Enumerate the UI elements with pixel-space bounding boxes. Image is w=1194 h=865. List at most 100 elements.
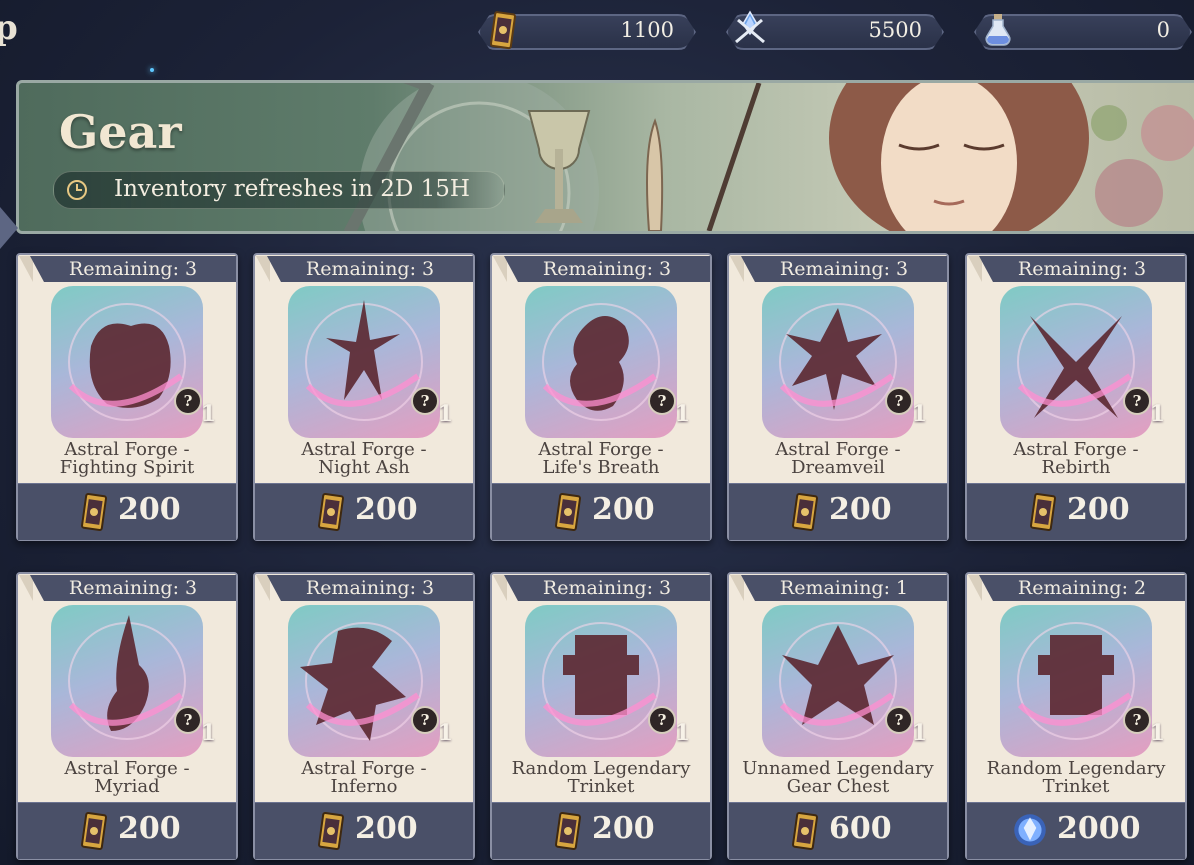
shop-item-card-3[interactable]: Remaining: 3 ? 1 Astral Forge - Life's Br…	[490, 253, 712, 541]
remaining-label: Remaining:	[779, 577, 890, 599]
item-name: Random Legendary Trinket	[496, 760, 706, 796]
item-name-line2: Dreamveil	[791, 457, 885, 478]
shop-item-card-1[interactable]: Remaining: 3 ? 1 Astral Forge - Fighting …	[16, 253, 238, 541]
item-price: 200	[355, 492, 418, 527]
price-bar[interactable]: 200	[255, 802, 473, 859]
unknown-item-icon: ?	[174, 706, 202, 734]
item-name: Astral Forge - Inferno	[259, 760, 469, 796]
gold-ticket-icon	[554, 493, 582, 531]
price-bar[interactable]: 2000	[967, 802, 1185, 859]
item-quantity: 1	[1149, 401, 1165, 427]
item-name-line2: Life's Breath	[542, 457, 660, 478]
remaining-count: 3	[422, 258, 435, 280]
refresh-timer: Inventory refreshes in 2D 15H	[53, 171, 505, 209]
item-silhouette	[1017, 303, 1135, 421]
item-silhouette	[542, 622, 660, 740]
item-name: Random Legendary Trinket	[971, 760, 1181, 796]
price-bar[interactable]: 200	[18, 483, 236, 540]
item-price: 2000	[1057, 811, 1141, 846]
unknown-item-icon: ?	[1123, 387, 1151, 415]
item-name-line2: Fighting Spirit	[59, 457, 195, 478]
shop-item-card-9[interactable]: Remaining: 1 ? 1 Unnamed Legendary Gear C…	[727, 572, 949, 860]
item-artwork	[1000, 605, 1152, 757]
item-price: 200	[1067, 492, 1130, 527]
item-price: 200	[592, 811, 655, 846]
item-name: Astral Forge - Fighting Spirit	[22, 441, 232, 477]
currency-crystals: 5500	[716, 10, 944, 48]
currency-potions: 0	[964, 12, 1192, 48]
remaining-label: Remaining:	[1017, 258, 1128, 280]
item-silhouette	[542, 303, 660, 421]
item-silhouette	[779, 303, 897, 421]
unknown-item-icon: ?	[174, 387, 202, 415]
gold-ticket-icon	[80, 493, 108, 531]
gold-ticket-icon	[554, 812, 582, 850]
shop-item-card-10[interactable]: Remaining: 2 ? 1 Random Legendary Trinket…	[965, 572, 1187, 860]
gold-ticket-icon	[80, 812, 108, 850]
item-artwork	[51, 286, 203, 438]
item-name: Unnamed Legendary Gear Chest	[733, 760, 943, 796]
item-name: Astral Forge - Night Ash	[259, 441, 469, 477]
shop-item-card-6[interactable]: Remaining: 3 ? 1 Astral Forge - Myriad 20…	[16, 572, 238, 860]
unknown-item-icon: ?	[885, 387, 913, 415]
remaining-label: Remaining:	[68, 258, 179, 280]
item-artwork	[51, 605, 203, 757]
currency-gold-tickets: 1100	[468, 11, 696, 50]
potion-bottle-icon	[985, 14, 1011, 46]
gold-ticket-icon	[1029, 493, 1057, 531]
item-name-line2: Trinket	[1042, 776, 1110, 797]
remaining-count: 1	[896, 577, 909, 599]
item-name-line2: Trinket	[567, 776, 635, 797]
item-silhouette	[68, 615, 186, 740]
shop-item-card-8[interactable]: Remaining: 3 ? 1 Random Legendary Trinket…	[490, 572, 712, 860]
item-quantity: 1	[437, 401, 453, 427]
back-glyph[interactable]: p	[0, 8, 18, 48]
item-quantity: 1	[200, 401, 216, 427]
item-silhouette	[779, 622, 897, 740]
item-price: 200	[118, 492, 181, 527]
remaining-label: Remaining:	[1017, 577, 1128, 599]
currency-value: 5500	[868, 18, 922, 42]
price-bar[interactable]: 600	[729, 802, 947, 859]
item-name: Astral Forge - Dreamveil	[733, 441, 943, 477]
item-silhouette	[68, 303, 186, 421]
item-artwork	[762, 605, 914, 757]
unknown-item-icon: ?	[648, 706, 676, 734]
item-quantity: 1	[200, 720, 216, 746]
item-silhouette	[305, 300, 423, 421]
item-quantity: 1	[911, 720, 927, 746]
remaining-count: 3	[422, 577, 435, 599]
gold-ticket-icon	[791, 812, 819, 850]
remaining-badge: Remaining: 3	[267, 575, 473, 601]
item-name: Astral Forge - Rebirth	[971, 441, 1181, 477]
gold-ticket-icon	[317, 812, 345, 850]
item-name-line2: Myriad	[94, 776, 160, 797]
item-name-line2: Night Ash	[318, 457, 410, 478]
remaining-label: Remaining:	[779, 258, 890, 280]
item-quantity: 1	[1149, 720, 1165, 746]
price-bar[interactable]: 200	[18, 802, 236, 859]
price-bar[interactable]: 200	[492, 483, 710, 540]
blue-crystal-icon	[1014, 814, 1046, 846]
remaining-badge: Remaining: 3	[741, 256, 947, 282]
shop-item-card-2[interactable]: Remaining: 3 ? 1 Astral Forge - Night Ash…	[253, 253, 475, 541]
remaining-badge: Remaining: 3	[267, 256, 473, 282]
gold-ticket-icon	[489, 11, 517, 50]
price-bar[interactable]: 200	[255, 483, 473, 540]
item-quantity: 1	[437, 720, 453, 746]
price-bar[interactable]: 200	[729, 483, 947, 540]
item-name: Astral Forge - Life's Breath	[496, 441, 706, 477]
unknown-item-icon: ?	[411, 387, 439, 415]
shop-item-card-4[interactable]: Remaining: 3 ? 1 Astral Forge - Dreamveil…	[727, 253, 949, 541]
item-artwork	[288, 286, 440, 438]
remaining-count: 2	[1134, 577, 1147, 599]
remaining-badge: Remaining: 3	[979, 256, 1185, 282]
remaining-count: 3	[896, 258, 909, 280]
item-artwork	[1000, 286, 1152, 438]
shop-item-card-7[interactable]: Remaining: 3 ? 1 Astral Forge - Inferno 2…	[253, 572, 475, 860]
price-bar[interactable]: 200	[492, 802, 710, 859]
remaining-label: Remaining:	[305, 258, 416, 280]
price-bar[interactable]: 200	[967, 483, 1185, 540]
shop-item-card-5[interactable]: Remaining: 3 ? 1 Astral Forge - Rebirth 2…	[965, 253, 1187, 541]
item-silhouette	[1017, 622, 1135, 740]
